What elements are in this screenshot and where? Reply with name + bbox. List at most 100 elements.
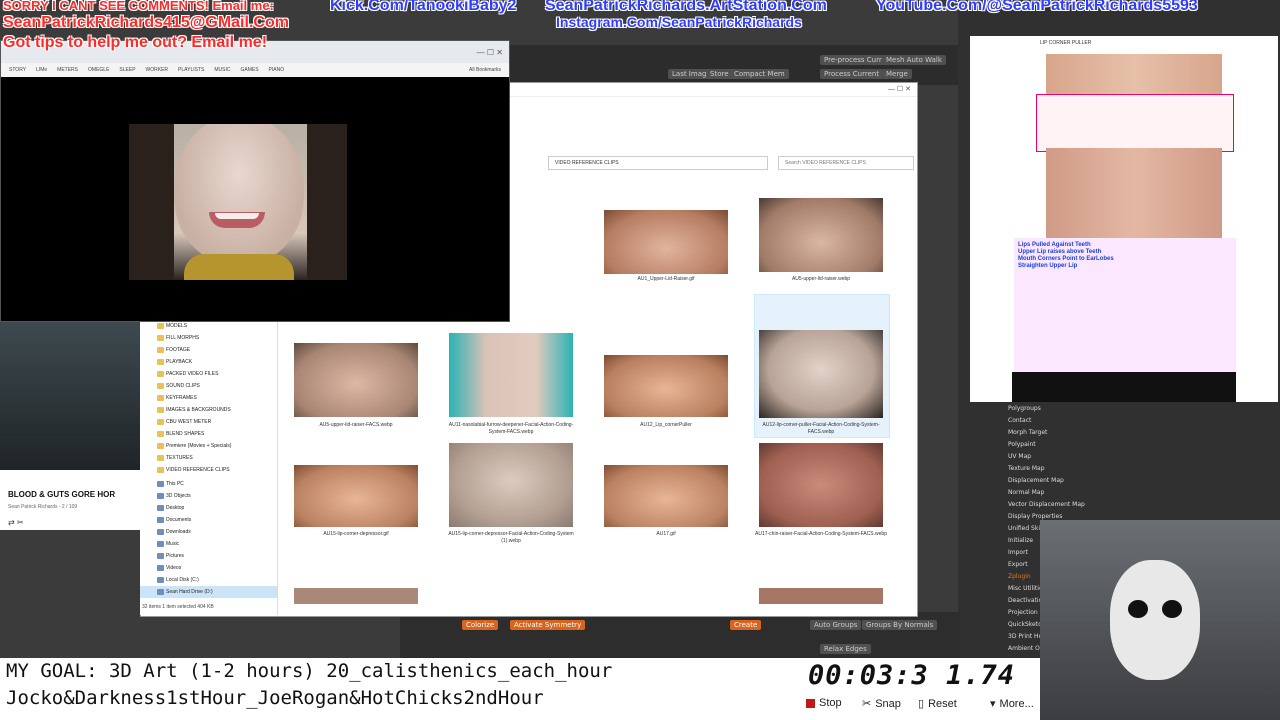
explorer-address-bar[interactable]: VIDEO REFERENCE CLIPS [548,156,768,170]
sidebar-drive[interactable]: This PC [140,478,277,490]
zbrush-menu-item[interactable]: Polypaint [1008,439,1108,451]
file-name[interactable]: AU11-nasolabial-furrow-deepener-Facial-A… [443,422,579,436]
bookmark-item[interactable]: METERS [57,67,78,73]
stop-icon [806,698,815,708]
sidebar-drive[interactable]: Desktop [140,502,277,514]
file-name[interactable]: AU12-lip-corner-puller-Facial-Action-Cod… [753,422,889,436]
sidebar-drive[interactable]: Downloads [140,526,277,538]
file-name[interactable]: AU17.gif [598,531,734,538]
zbrush-chip[interactable]: Merge [882,69,912,79]
zbrush-chip[interactable]: Create [730,620,762,630]
sidebar-folder[interactable]: CBU WEST METER [140,416,277,428]
more-button[interactable]: ▾ More... [990,697,1034,711]
bookmark-item[interactable]: PLAYLISTS [178,67,204,73]
zbrush-chip[interactable]: Activate Symmetry [510,620,586,630]
sidebar-folder[interactable]: PACKED VIDEO FILES [140,368,277,380]
webcam-face [1128,600,1148,618]
bookmark-item[interactable]: SLEEP [119,67,135,73]
sidebar-folder[interactable]: SOUND CLIPS [140,380,277,392]
file-name[interactable]: AU12_Lip_cornerPuller [598,422,734,429]
reference-sketch [1036,94,1234,152]
sidebar-folder[interactable]: FOOTAGE [140,344,277,356]
file-name[interactable]: AU15-lip-corner-depressor-Facial-Action-… [443,531,579,545]
sidebar-folder[interactable]: BLEND SHAPES [140,428,277,440]
file-thumbnail[interactable] [604,210,728,274]
goal-line: Jocko&Darkness1stHour_JoeRogan&HotChicks… [6,687,544,709]
explorer-search-input[interactable]: Search VIDEO REFERENCE CLIPS [778,156,914,170]
youtube-card[interactable]: BLOOD & GUTS GORE HOR Sean Patrick Richa… [0,470,140,530]
bookmark-item[interactable]: LIMe [36,67,47,73]
zbrush-menu-item[interactable]: Morph Target [1008,427,1108,439]
video-frame [307,124,347,280]
zbrush-chip[interactable]: Auto Groups [810,620,862,630]
sidebar-folder[interactable]: FILL MORPHS [140,332,277,344]
explorer-status-bar: 32 items 1 item selected 404 KB [142,604,214,610]
timer-display: 00:03:3 1.74 [808,660,1016,691]
file-thumbnail[interactable] [759,443,883,527]
zbrush-chip[interactable]: Groups By Normals [862,620,938,630]
zbrush-menu-item[interactable]: Polygroups [1008,403,1108,415]
zbrush-menu-item[interactable]: Displacement Map [1008,475,1108,487]
zbrush-menu-item[interactable]: Vector Displacement Map [1008,499,1108,511]
bookmark-item[interactable]: STORY [9,67,26,73]
zbrush-menu-item[interactable]: Texture Map [1008,463,1108,475]
sidebar-drive[interactable]: Music [140,538,277,550]
youtube-card-title[interactable]: BLOOD & GUTS GORE HOR [8,490,115,499]
stop-button[interactable]: Stop [806,697,842,709]
zbrush-chip[interactable]: Compact Mem [730,69,789,79]
file-thumbnail[interactable] [294,343,418,417]
file-thumbnail[interactable] [604,355,728,417]
bookmark-item[interactable]: GAMES [240,67,258,73]
zbrush-chip[interactable]: Relax Edges [820,644,871,654]
file-thumbnail[interactable] [759,588,883,604]
bookmark-item[interactable]: OMEGLE [88,67,109,73]
sidebar-folder[interactable]: VIDEO REFERENCE CLIPS [140,464,277,476]
sidebar-folder[interactable]: KEYFRAMES [140,392,277,404]
video-player[interactable] [129,124,347,280]
window-controls-icon[interactable]: — ☐ ✕ [477,48,503,57]
sidebar-folder[interactable]: IMAGES & BACKGROUNDS [140,404,277,416]
file-thumbnail[interactable] [759,330,883,418]
sidebar-drive[interactable]: Videos [140,562,277,574]
file-name[interactable]: AU5-upper-lid-raiser.webp [753,276,889,283]
file-thumbnail[interactable] [294,465,418,527]
sidebar-drive[interactable]: Sean Hard Drive (D:) [140,586,277,598]
zbrush-chip[interactable]: Mesh Auto Walk [882,55,946,65]
zbrush-menu-item[interactable]: Contact [1008,415,1108,427]
overlay-link: SeanPatrickRichards.ArtStation.Com [545,0,827,14]
window-controls-icon[interactable]: — ☐ ✕ [888,85,911,93]
bookmark-item[interactable]: MUSIC [214,67,230,73]
bookmark-item[interactable]: All Bookmarks [469,67,501,73]
zbrush-chip[interactable]: Process Current [820,69,884,79]
file-thumbnail[interactable] [294,588,418,604]
snap-button[interactable]: ✂ Snap [862,697,901,711]
sidebar-drive[interactable]: Documents [140,514,277,526]
file-name[interactable]: AU5-upper-lid-raiser-FACS.webp [288,422,424,429]
file-thumbnail[interactable] [604,465,728,527]
reference-heading: Mouth Corners Point to EarLobes [1018,256,1114,262]
file-thumbnail[interactable] [449,333,573,417]
reference-face-grid [1046,148,1222,238]
file-thumbnail[interactable] [449,443,573,527]
bookmark-item[interactable]: PIANO [269,67,285,73]
stop-label: Stop [819,697,842,709]
sidebar-folder[interactable]: TEXTURES [140,452,277,464]
file-thumbnail[interactable] [759,198,883,272]
sidebar-folder[interactable]: PLAYBACK [140,356,277,368]
reference-heading: Straighten Upper Lip [1018,263,1078,269]
sidebar-drive[interactable]: Pictures [140,550,277,562]
video-thumbnail[interactable] [0,322,140,470]
file-name[interactable]: AU17-chin-raiser-Facial-Action-Coding-Sy… [753,531,889,538]
zbrush-menu-item[interactable]: Normal Map [1008,487,1108,499]
reset-button[interactable]: ▯ Reset [918,697,957,711]
zbrush-chip[interactable]: Colorize [462,620,499,630]
file-name[interactable]: AU15-lip-corner-depressor.gif [288,531,424,538]
file-name[interactable]: AU1_Upper-Lid-Raiser.gif [598,276,734,283]
bookmark-item[interactable]: WORKER [146,67,169,73]
sidebar-drive[interactable]: 3D Objects [140,490,277,502]
sidebar-folder[interactable]: Premiere (Movies + Specials) [140,440,277,452]
sidebar-drive[interactable]: Local Disk (C:) [140,574,277,586]
webcam-feed [1040,520,1280,720]
zbrush-menu-item[interactable]: UV Map [1008,451,1108,463]
shuffle-icon[interactable]: ⇄ ✂ [8,518,24,527]
